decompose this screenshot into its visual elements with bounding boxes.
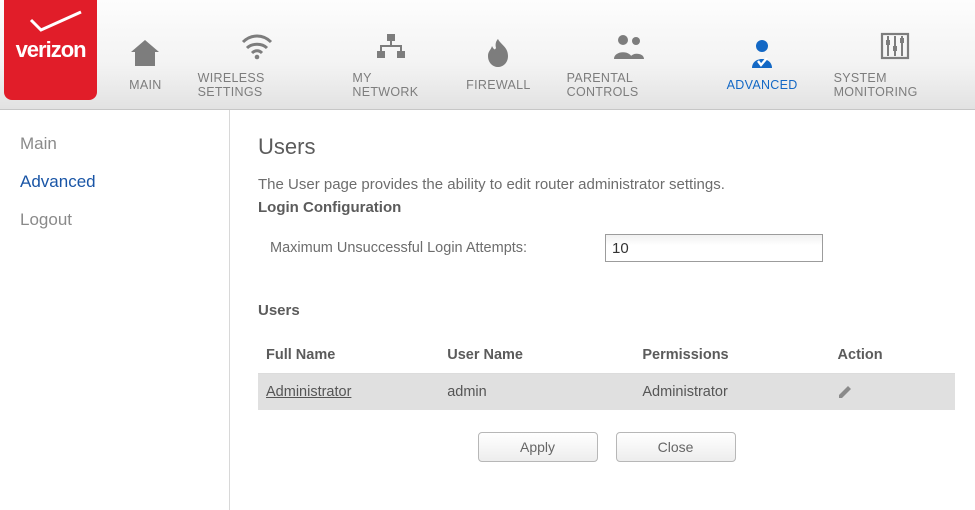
max-attempts-label: Maximum Unsuccessful Login Attempts: bbox=[270, 240, 605, 256]
network-icon bbox=[375, 29, 407, 63]
sidebar: Main Advanced Logout bbox=[0, 110, 230, 510]
nav-label: FIREWALL bbox=[466, 78, 530, 92]
col-fullname: Full Name bbox=[258, 337, 439, 374]
user-username: admin bbox=[439, 374, 634, 411]
monitor-icon bbox=[880, 29, 910, 63]
users-section-label: Users bbox=[258, 302, 955, 319]
brand-logo: verizon bbox=[4, 0, 97, 100]
nav-monitoring[interactable]: SYSTEM MONITORING bbox=[834, 11, 957, 99]
top-navbar: verizon MAIN WIRELESS SETTINGS MY NETWOR… bbox=[0, 0, 975, 110]
sidebar-item-logout[interactable]: Logout bbox=[20, 210, 229, 230]
nav-label: MAIN bbox=[129, 78, 161, 92]
page-description: The User page provides the ability to ed… bbox=[258, 176, 955, 193]
nav-network[interactable]: MY NETWORK bbox=[352, 11, 430, 99]
users-table: Full Name User Name Permissions Action A… bbox=[258, 337, 955, 410]
login-config-label: Login Configuration bbox=[258, 199, 955, 216]
home-icon bbox=[129, 36, 161, 70]
nav-label: WIRELESS SETTINGS bbox=[198, 71, 317, 99]
nav-wireless[interactable]: WIRELESS SETTINGS bbox=[198, 11, 317, 99]
wifi-icon bbox=[240, 29, 274, 63]
advanced-icon bbox=[749, 36, 775, 70]
max-attempts-row: Maximum Unsuccessful Login Attempts: bbox=[270, 234, 955, 262]
user-permissions: Administrator bbox=[634, 374, 829, 411]
col-permissions: Permissions bbox=[634, 337, 829, 374]
flame-icon bbox=[486, 36, 510, 70]
people-icon bbox=[612, 29, 646, 63]
max-attempts-input[interactable] bbox=[605, 234, 823, 262]
col-action: Action bbox=[830, 337, 955, 374]
nav-main[interactable]: MAIN bbox=[129, 18, 161, 92]
edit-icon[interactable] bbox=[838, 385, 947, 399]
nav-advanced[interactable]: ADVANCED bbox=[727, 18, 798, 92]
content-area: Users The User page provides the ability… bbox=[230, 110, 975, 510]
close-button[interactable]: Close bbox=[616, 432, 736, 462]
apply-button[interactable]: Apply bbox=[478, 432, 598, 462]
table-header-row: Full Name User Name Permissions Action bbox=[258, 337, 955, 374]
button-row: Apply Close bbox=[258, 432, 955, 462]
nav-parental[interactable]: PARENTAL CONTROLS bbox=[567, 11, 691, 99]
col-username: User Name bbox=[439, 337, 634, 374]
page-title: Users bbox=[258, 134, 955, 160]
user-fullname-link[interactable]: Administrator bbox=[266, 384, 351, 400]
sidebar-item-advanced[interactable]: Advanced bbox=[20, 172, 229, 192]
main-nav: MAIN WIRELESS SETTINGS MY NETWORK FIREWA… bbox=[97, 0, 975, 109]
nav-label: MY NETWORK bbox=[352, 71, 430, 99]
table-row: Administrator admin Administrator bbox=[258, 374, 955, 411]
nav-label: SYSTEM MONITORING bbox=[834, 71, 957, 99]
nav-label: ADVANCED bbox=[727, 78, 798, 92]
brand-text: verizon bbox=[16, 37, 86, 63]
nav-label: PARENTAL CONTROLS bbox=[567, 71, 691, 99]
logo-check-icon bbox=[29, 10, 83, 34]
sidebar-item-main[interactable]: Main bbox=[20, 134, 229, 154]
nav-firewall[interactable]: FIREWALL bbox=[466, 18, 530, 92]
